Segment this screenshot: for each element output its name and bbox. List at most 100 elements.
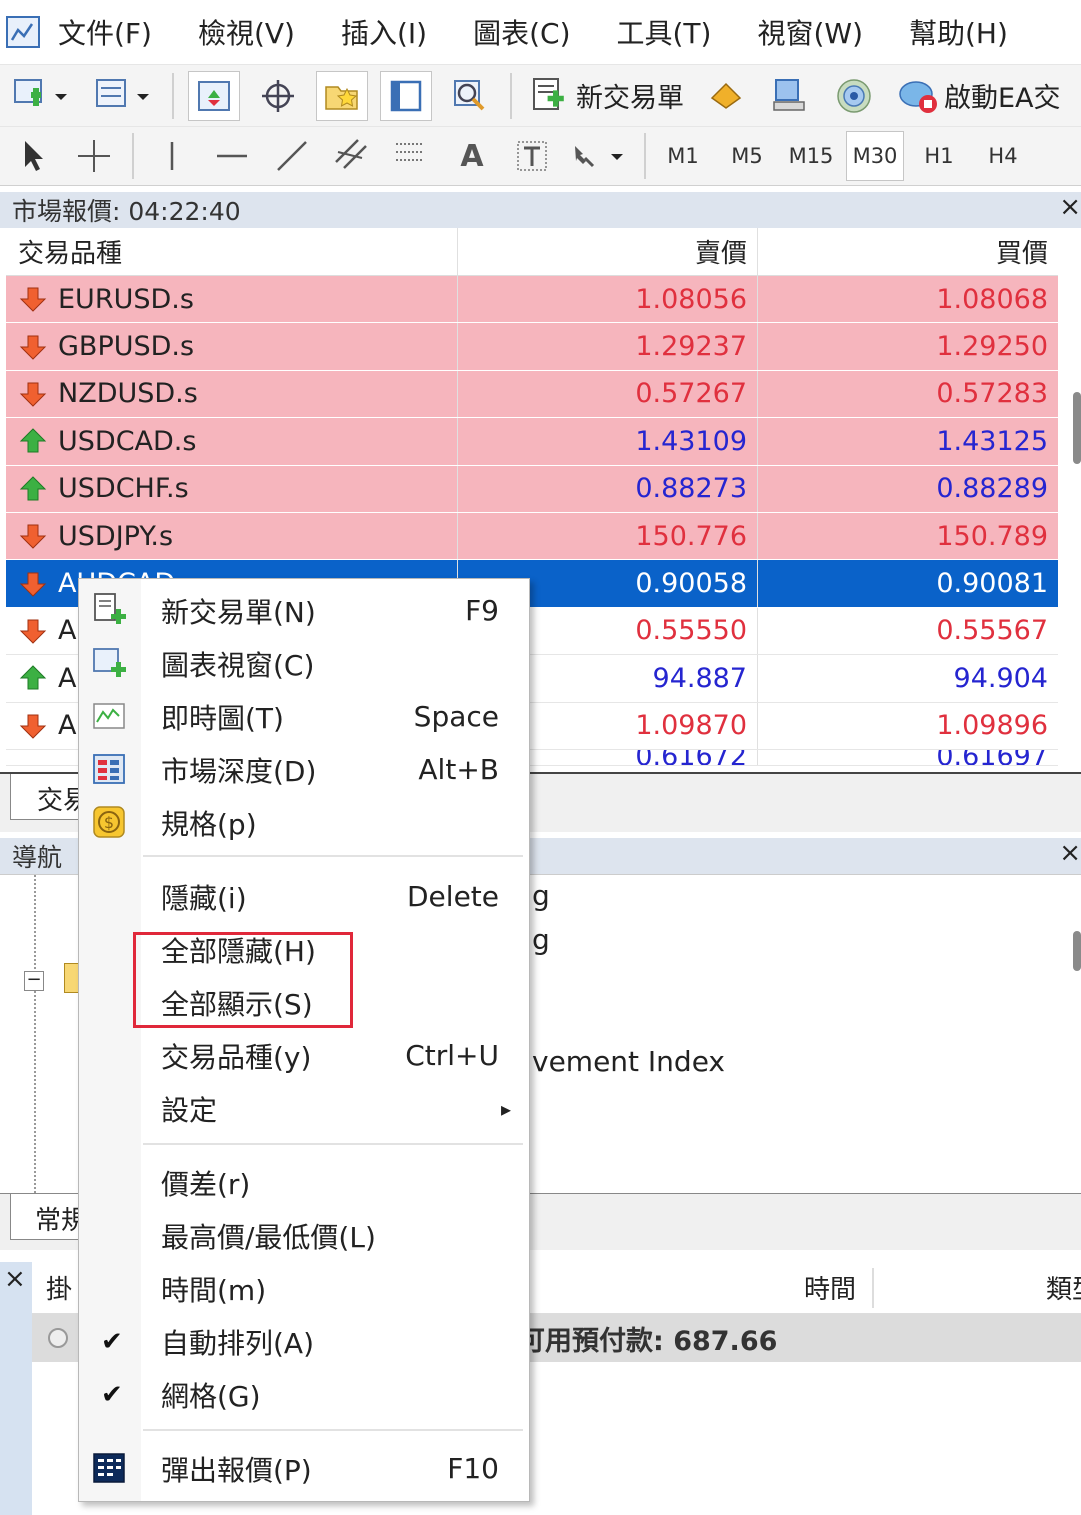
balance-text: 可用預付款: 687.66 xyxy=(518,1325,778,1357)
menu-item-tick-chart[interactable]: 即時圖(T) Space xyxy=(79,690,529,743)
metaeditor-button[interactable] xyxy=(700,71,752,121)
menu-item-specification[interactable]: $ 規格(p) xyxy=(79,796,529,849)
symbol-name: USDCAD.s xyxy=(58,425,197,457)
profiles-button[interactable] xyxy=(88,71,158,121)
strategy-tester-button[interactable] xyxy=(444,71,496,121)
column-ask[interactable]: 買價 xyxy=(758,228,1058,275)
menu-file[interactable]: 文件(F) xyxy=(58,12,152,52)
crosshair-icon xyxy=(78,140,110,172)
close-icon[interactable]: × xyxy=(1059,838,1081,868)
menu-item-grid[interactable]: ✔ 網格(G) xyxy=(79,1368,529,1421)
menu-item-shortcut: Delete xyxy=(407,880,499,913)
pencil-diamond-icon xyxy=(710,82,742,109)
menu-separator xyxy=(143,855,523,857)
table-row[interactable]: USDCHF.s 0.88273 0.88289 xyxy=(6,465,1058,513)
market-watch-button[interactable] xyxy=(188,70,240,121)
horizontal-line-tool[interactable] xyxy=(208,131,256,181)
checkmark-icon: ✔ xyxy=(101,1379,123,1410)
bid-cell: 150.776 xyxy=(458,512,758,560)
symbol-name: A xyxy=(58,710,77,742)
column-type[interactable]: 類型 xyxy=(1046,1269,1081,1306)
crosshair-tool[interactable] xyxy=(70,131,118,181)
ask-cell: 1.09896 xyxy=(936,710,1048,742)
menu-item-symbols[interactable]: 交易品種(y) Ctrl+U xyxy=(79,1029,529,1082)
channel-icon xyxy=(335,139,367,169)
fibonacci-icon xyxy=(396,143,424,161)
market-watch-scrollbar[interactable] xyxy=(1073,392,1081,464)
menu-item-spread[interactable]: 價差(r) xyxy=(79,1156,529,1209)
table-row[interactable]: USDCAD.s 1.43109 1.43125 xyxy=(6,418,1058,466)
terminal-button[interactable] xyxy=(380,70,432,121)
navigator-item-text[interactable]: vement Index xyxy=(532,1045,725,1078)
timeframe-m15[interactable]: M15 xyxy=(782,131,840,181)
close-icon[interactable]: × xyxy=(4,1264,26,1294)
ask-cell: 1.43125 xyxy=(936,425,1048,457)
column-orders[interactable]: 掛 xyxy=(46,1269,72,1306)
menu-item-label: 網格(G) xyxy=(161,1379,261,1413)
timeframe-m5[interactable]: M5 xyxy=(718,131,776,181)
menu-view[interactable]: 檢視(V) xyxy=(198,12,295,52)
text-tool[interactable]: A xyxy=(448,131,496,181)
menu-item-time[interactable]: 時間(m) xyxy=(79,1262,529,1315)
ask-cell: 0.88289 xyxy=(936,473,1048,505)
data-window-button[interactable] xyxy=(252,71,304,121)
timeframe-m30[interactable]: M30 xyxy=(846,131,904,181)
cursor-tool[interactable] xyxy=(10,131,58,181)
menu-charts[interactable]: 圖表(C) xyxy=(473,12,570,52)
trendline-tool[interactable] xyxy=(268,131,316,181)
autotrading-button[interactable]: 啟動EA交 xyxy=(892,71,1065,121)
text-label-tool[interactable] xyxy=(508,131,556,181)
new-chart-button[interactable] xyxy=(6,71,76,121)
depth-of-market-icon xyxy=(93,754,125,784)
menu-separator xyxy=(143,1143,523,1145)
navigator-item-text[interactable]: g xyxy=(532,879,550,912)
menu-item-auto-arrange[interactable]: ✔ 自動排列(A) xyxy=(79,1315,529,1368)
market-watch-title: 市場報價: 04:22:40 xyxy=(12,197,241,226)
mql-wizard-button[interactable] xyxy=(764,71,816,121)
menu-item-popup-prices[interactable]: 彈出報價(P) F10 xyxy=(79,1442,529,1495)
table-row[interactable]: GBPUSD.s 1.29237 1.29250 xyxy=(6,323,1058,371)
menu-item-depth-of-market[interactable]: 市場深度(D) Alt+B xyxy=(79,743,529,796)
dollar-icon: $ xyxy=(93,806,125,838)
table-row[interactable]: NZDUSD.s 0.57267 0.57283 xyxy=(6,370,1058,419)
symbol-cell: USDCAD.s xyxy=(6,418,458,465)
arrows-tool[interactable] xyxy=(568,131,630,181)
column-bid[interactable]: 賣價 xyxy=(458,228,758,275)
new-order-button[interactable]: 新交易單 xyxy=(526,71,688,121)
menu-item-hide[interactable]: 隱藏(i) Delete xyxy=(79,870,529,923)
toolbar-separator xyxy=(172,72,174,119)
navigator-button[interactable] xyxy=(316,70,368,121)
menu-item-settings[interactable]: 設定 ▸ xyxy=(79,1082,529,1135)
navigator-item-text[interactable]: g xyxy=(532,923,550,956)
menu-item-new-order[interactable]: 新交易單(N) F9 xyxy=(79,584,529,637)
table-row[interactable]: USDJPY.s 150.776 150.789 xyxy=(6,512,1058,561)
menu-help[interactable]: 幫助(H) xyxy=(909,12,1008,52)
menu-item-high-low[interactable]: 最高價/最低價(L) xyxy=(79,1209,529,1262)
menu-item-label: 價差(r) xyxy=(161,1167,251,1201)
timeframe-h4[interactable]: H4 xyxy=(974,131,1032,181)
menu-insert[interactable]: 插入(I) xyxy=(341,12,427,52)
equidistant-channel-tool[interactable] xyxy=(328,131,376,181)
table-row[interactable]: EURUSD.s 1.08056 1.08068 xyxy=(6,276,1058,324)
tree-collapse-icon[interactable]: − xyxy=(24,971,44,991)
close-icon[interactable]: × xyxy=(1059,192,1081,222)
symbol-name: A xyxy=(58,615,77,647)
column-symbol[interactable]: 交易品種 xyxy=(6,228,458,275)
fibonacci-tool[interactable] xyxy=(388,131,436,181)
timeframe-h1[interactable]: H1 xyxy=(910,131,968,181)
menu-item-chart-window[interactable]: 圖表視窗(C) xyxy=(79,637,529,690)
arrow-up-icon xyxy=(19,665,47,690)
column-time[interactable]: 時間 xyxy=(804,1269,856,1306)
menu-tools[interactable]: 工具(T) xyxy=(617,12,712,52)
context-menu: 新交易單(N) F9 圖表視窗(C) 即時圖(T) Space 市場深度(D) Alt+B $… xyxy=(78,578,530,1502)
menu-window[interactable]: 視窗(W) xyxy=(757,12,863,52)
timeframe-m1[interactable]: M1 xyxy=(654,131,712,181)
ask-cell: 0.55567 xyxy=(936,615,1048,647)
vertical-line-tool[interactable] xyxy=(148,131,196,181)
navigator-scrollbar[interactable] xyxy=(1073,931,1081,971)
menu-item-label: 設定 xyxy=(161,1093,218,1127)
text-tool-label: A xyxy=(460,138,484,174)
arrow-up-icon xyxy=(19,428,47,453)
folder-star-icon xyxy=(325,85,358,110)
signals-button[interactable] xyxy=(828,71,880,121)
